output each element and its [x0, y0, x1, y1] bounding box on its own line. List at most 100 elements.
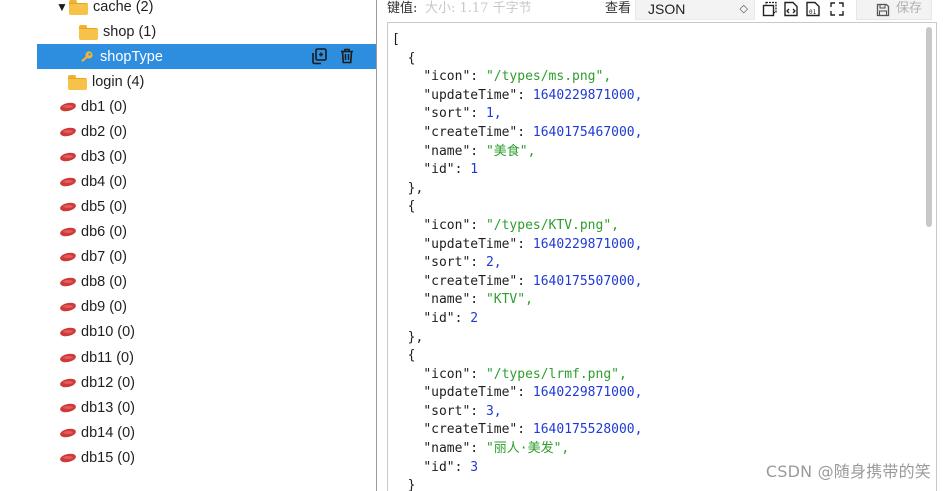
tree-db-item[interactable]: db5 (0) [0, 194, 376, 219]
db-name: db3 [81, 148, 106, 165]
tree-folder-label: shop (1) [103, 23, 157, 40]
json-value-id: 1 [470, 162, 479, 178]
code-line: }, [392, 329, 424, 345]
save-button[interactable]: 保存 [856, 0, 932, 20]
code-line: "createTime": 1640175528000, [423, 422, 643, 438]
json-value-createTime: 1640175467000 [532, 124, 635, 140]
database-icon [59, 302, 77, 312]
json-value-id: 2 [470, 310, 479, 326]
code-line: }, [392, 180, 424, 196]
code-line: { [392, 50, 416, 66]
folder-icon [69, 0, 89, 15]
db-name: db15 [81, 449, 114, 466]
tree-key-shoptype[interactable]: shopType [37, 44, 376, 69]
database-icon [59, 327, 77, 337]
json-value-createTime: 1640175507000 [532, 273, 635, 289]
fullscreen-icon[interactable] [829, 1, 845, 17]
code-line: "id": 2 [423, 310, 479, 326]
folder-icon [79, 24, 99, 40]
tree-db-item[interactable]: db11 (0) [0, 345, 376, 370]
tree-db-item[interactable]: db13 (0) [0, 395, 376, 420]
json-value-icon: /types/KTV.png [493, 217, 604, 233]
key-value-label: 键值: [387, 1, 418, 16]
key-icon [81, 50, 93, 62]
code-line: "sort": 2, [423, 255, 502, 271]
database-icon [59, 378, 77, 388]
database-icon [59, 277, 77, 287]
db-key-count: (0) [109, 274, 127, 291]
save-button-label: 保存 [896, 1, 923, 16]
database-icon [59, 202, 77, 212]
tree-folder-shop[interactable]: shop (1) [0, 19, 376, 44]
code-line: "updateTime": 1640229871000, [423, 236, 643, 252]
view-as-label: 查看 [605, 1, 632, 16]
code-line: "updateTime": 1640229871000, [423, 385, 643, 401]
folder-icon [68, 74, 88, 90]
code-line: "sort": 3, [423, 403, 502, 419]
tree-db-item[interactable]: db8 (0) [0, 270, 376, 295]
code-line: } [392, 478, 416, 491]
value-editor[interactable]: [ { "icon": "/types/ms.png", "updateTime… [387, 22, 937, 491]
db-key-count: (0) [109, 148, 127, 165]
tree-db-item[interactable]: db15 (0) [0, 445, 376, 470]
tree-db-item[interactable]: db4 (0) [0, 169, 376, 194]
db-key-count: (0) [109, 249, 127, 266]
json-value-icon: /types/lrmf.png [493, 366, 612, 382]
tree-db-item[interactable]: db6 (0) [0, 220, 376, 245]
tree-db-item[interactable]: db10 (0) [0, 320, 376, 345]
json-value-icon: /types/ms.png [493, 69, 596, 85]
code-line: "name": "KTV", [423, 292, 533, 308]
svg-text:01: 01 [809, 9, 817, 16]
db-key-count: (0) [117, 374, 135, 391]
db-name: db12 [81, 374, 114, 391]
trash-icon[interactable] [338, 47, 356, 65]
value-panel: 键值: 大小: 1.17 千字节 查看 JSON ◇ 01 保存 [{"ic… [377, 0, 943, 491]
db-key-count: (0) [109, 173, 127, 190]
save-icon [876, 3, 890, 17]
db-key-count: (0) [117, 399, 135, 416]
json-value-name: 美食 [493, 143, 520, 159]
database-icon [59, 127, 77, 137]
db-key-count: (0) [117, 424, 135, 441]
copy-icon[interactable] [310, 47, 328, 65]
binary-file-icon[interactable]: 01 [805, 1, 821, 17]
tree-folder-login[interactable]: login (4) [0, 69, 376, 94]
watermark: CSDN @随身携带的笑 [765, 462, 931, 481]
copy-value-icon[interactable] [762, 1, 778, 17]
json-value-name: 丽人·美发 [493, 441, 554, 457]
database-icon [59, 177, 77, 187]
db-key-count: (0) [109, 98, 127, 115]
expand-arrow-icon[interactable]: ▼ [55, 0, 69, 14]
code-file-icon[interactable] [783, 1, 799, 17]
tree-db-item[interactable]: db12 (0) [0, 370, 376, 395]
tree-folder-label: cache (2) [93, 0, 154, 15]
json-code: [ { "icon": "/types/ms.png", "updateTime… [392, 31, 642, 491]
tree-db-item[interactable]: db1 (0) [0, 94, 376, 119]
db-key-count: (0) [117, 324, 135, 341]
format-select[interactable]: JSON ◇ [635, 0, 755, 20]
database-icon [59, 152, 77, 162]
db-name: db8 [81, 274, 106, 291]
json-value-updateTime: 1640229871000 [532, 385, 635, 401]
database-icon [59, 428, 77, 438]
format-select-value: JSON [648, 1, 686, 17]
json-value-createTime: 1640175528000 [532, 422, 635, 438]
db-name: db11 [81, 349, 113, 366]
db-name: db1 [81, 98, 106, 115]
tree-db-item[interactable]: db3 (0) [0, 144, 376, 169]
tree-db-item[interactable]: db2 (0) [0, 119, 376, 144]
code-line: "createTime": 1640175467000, [423, 124, 643, 140]
code-line: "icon": "/types/lrmf.png", [423, 366, 627, 382]
code-line: [ [392, 32, 400, 47]
db-name: db13 [81, 399, 114, 416]
json-value-id: 3 [470, 459, 479, 475]
tree-folder-cache[interactable]: ▼ cache (2) [0, 0, 376, 19]
code-line: "icon": "/types/ms.png", [423, 69, 612, 85]
tree-db-item[interactable]: db7 (0) [0, 245, 376, 270]
db-name: db9 [81, 299, 106, 316]
tree-db-item[interactable]: db9 (0) [0, 295, 376, 320]
tree-db-item[interactable]: db14 (0) [0, 420, 376, 445]
database-icon [59, 453, 77, 463]
editor-scrollbar[interactable] [926, 27, 932, 227]
db-key-count: (0) [109, 224, 127, 240]
